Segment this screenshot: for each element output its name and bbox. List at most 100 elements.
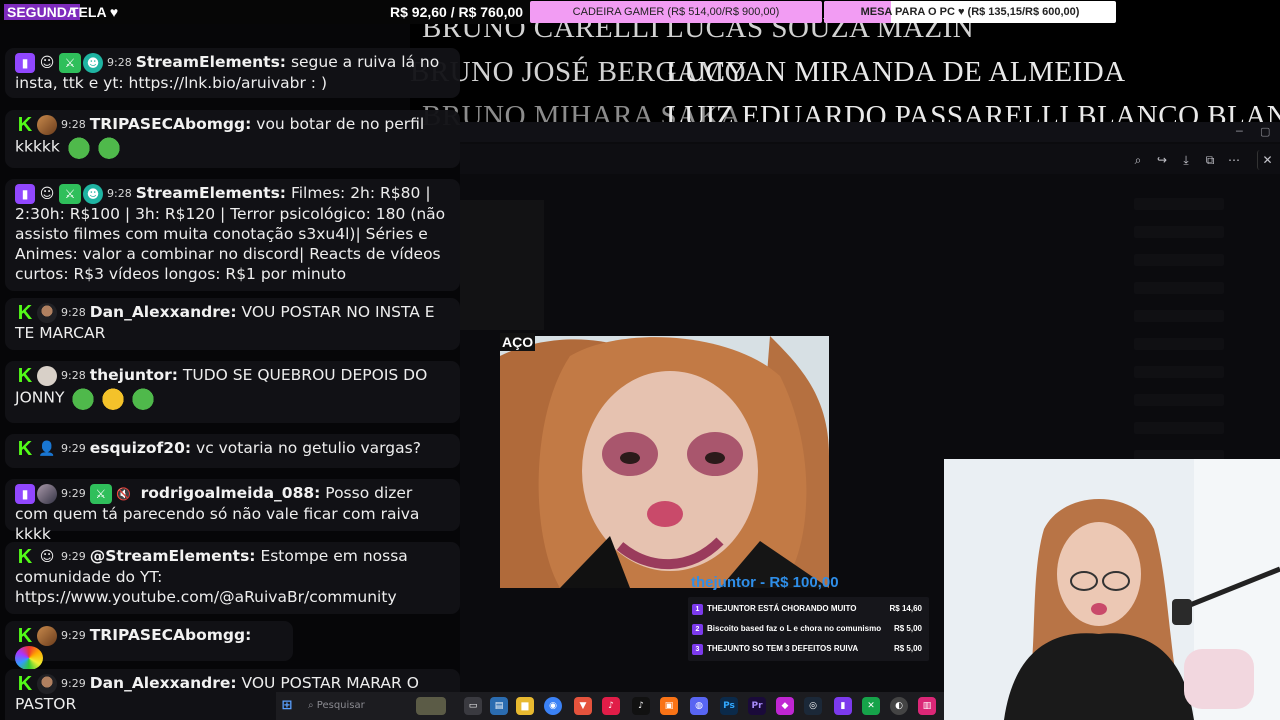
xbox-icon[interactable]: ✕ <box>862 697 880 715</box>
donation-rank: 3 <box>692 644 703 655</box>
chat-text: vc votaria no getulio vargas? <box>196 439 421 457</box>
weather-widget-icon[interactable] <box>416 697 446 715</box>
avatar <box>37 365 57 386</box>
donation-amount: R$ 5,00 <box>893 624 922 633</box>
kick-badge-icon: K <box>17 301 33 324</box>
kick-badge-icon: K <box>17 437 33 460</box>
frog-emote-icon <box>64 134 93 159</box>
chat-username: StreamElements: <box>135 53 286 71</box>
close-icon[interactable]: ✕ <box>1257 150 1277 170</box>
ghost-badge-icon: ☺ <box>39 54 55 71</box>
donation-title: thejuntor - R$ 100,00 <box>691 574 839 591</box>
donation-text: THEJUNTO SO TEM 3 DEFEITOS RUIVA <box>707 644 859 653</box>
chat-message: K 👤 9:29 esquizof20: vc votaria no getulio … <box>5 434 460 468</box>
kick-badge-icon: K <box>17 624 33 647</box>
chat-time: 9:28 <box>107 55 132 69</box>
chat-time: 9:28 <box>61 305 86 319</box>
chat-message: ▮ ☺ ⚔ ☻ 9:28 StreamElements: Filmes: 2h: R$80… <box>5 179 460 291</box>
goal-chair-text: CADEIRA GAMER (R$ 514,00/R$ 900,00) <box>572 6 780 18</box>
app-icon-2[interactable]: ◆ <box>776 697 794 715</box>
credit-name: LUCYAN MIRANDA DE ALMEIDA <box>666 56 1126 88</box>
streamlabs-icon[interactable]: ▥ <box>918 697 936 715</box>
chat-message: K 9:28 thejuntor: TUDO SE QUEBROU DEPOIS D… <box>5 361 460 423</box>
twitch-icon[interactable]: ▮ <box>834 697 852 715</box>
chat-time: 9:29 <box>61 486 86 500</box>
frog-emote-icon <box>129 385 158 410</box>
chat-message: K 9:28 Dan_Alexxandre: VOU POSTAR NO INSTA… <box>5 298 460 350</box>
ticker-label: SEGUNDA <box>4 4 81 20</box>
share-icon[interactable]: ↪ <box>1152 150 1172 170</box>
taskbar: ⊞ ⌕ Pesquisar ▭ ▤ ▆ ◉ ▼ ♪ ♪ ▣ ◍ Ps Pr ◆ … <box>276 692 944 720</box>
webcam-image <box>944 459 1280 720</box>
chat-message: K 9:28 TRIPASECAbomgg: vou botar de no per… <box>5 110 460 168</box>
chat-time: 9:29 <box>61 628 86 642</box>
chat-time: 9:28 <box>61 117 86 131</box>
donation-list: 1 THEJUNTOR ESTÁ CHORANDO MUITO R$ 14,60 2… <box>688 597 929 661</box>
bot-badge-icon: ☻ <box>83 52 103 73</box>
bot-badge-icon: ☻ <box>83 183 103 204</box>
obs-icon[interactable]: ◐ <box>890 697 908 715</box>
twitch-badge-icon: ▮ <box>15 183 35 204</box>
open-external-icon[interactable]: ⧉ <box>1200 150 1220 170</box>
more-icon[interactable]: ⋯ <box>1224 150 1244 170</box>
file-explorer-icon[interactable]: ▤ <box>490 697 508 715</box>
premiere-icon[interactable]: Pr <box>748 697 766 715</box>
chat-time: 9:28 <box>107 186 132 200</box>
donation-rank: 1 <box>692 604 703 615</box>
photoshop-icon[interactable]: Ps <box>720 697 738 715</box>
donation-amount: R$ 14,60 <box>889 604 922 613</box>
zoom-icon[interactable]: ⌕ <box>1128 150 1148 170</box>
task-view-icon[interactable]: ▭ <box>464 697 482 715</box>
chat-username: Dan_Alexxandre: <box>89 303 237 321</box>
avatar <box>37 673 57 694</box>
donation-amount: R$ 5,00 <box>893 644 922 653</box>
minimize-icon[interactable]: ─ <box>1236 125 1243 138</box>
kick-badge-icon: K <box>17 113 33 136</box>
folder-icon[interactable]: ▆ <box>516 697 534 715</box>
chrome-icon[interactable]: ◉ <box>544 697 562 715</box>
chat-username: TRIPASECAbomgg: <box>89 115 252 133</box>
sword-badge-icon: ⚔ <box>89 483 112 504</box>
avatar <box>37 302 57 323</box>
download-icon[interactable]: ⤓ <box>1176 150 1196 170</box>
tiktok-studio-icon[interactable]: ♪ <box>602 697 620 715</box>
search-placeholder: Pesquisar <box>316 700 365 711</box>
mute-icon: 🔇 <box>116 486 132 501</box>
chat-time: 9:28 <box>61 368 86 382</box>
chat-message: K ☺ 9:29 @StreamElements: Estompe em nossa … <box>5 542 460 614</box>
frog-emote-icon <box>69 385 98 410</box>
sword-badge-icon: ⚔ <box>59 52 81 73</box>
kick-badge-icon: K <box>17 364 33 387</box>
streamer-webcam <box>944 459 1280 720</box>
donation-row: 1 THEJUNTOR ESTÁ CHORANDO MUITO R$ 14,60 <box>692 599 926 619</box>
discord-icon[interactable]: ◍ <box>690 697 708 715</box>
donation-rank: 2 <box>692 624 703 635</box>
chat-username: @StreamElements: <box>89 547 256 565</box>
ghost-badge-icon: ☺ <box>39 185 55 202</box>
chat-username: TRIPASECAbomgg: <box>89 626 252 644</box>
app-icon[interactable]: ▣ <box>660 697 678 715</box>
goal-desk: MESA PARA O PC ♥ (R$ 135,15/R$ 600,00) <box>824 1 1116 23</box>
chat-username: Dan_Alexxandre: <box>89 674 237 692</box>
clip-image <box>500 336 829 588</box>
browser-tabstrip: ─ ▢ <box>460 122 1280 142</box>
chat-overlay: ▮ ☺ ⚔ ☻ 9:28 StreamElements: segue a ruiva lá… <box>0 24 462 720</box>
chat-time: 9:29 <box>61 676 86 690</box>
donation-row: 3 THEJUNTO SO TEM 3 DEFEITOS RUIVA R$ 5,00 <box>692 639 926 659</box>
goal-desk-text: MESA PARA O PC ♥ (R$ 135,15/R$ 600,00) <box>860 6 1080 18</box>
rainbow-frog-emote-icon <box>15 645 43 670</box>
brave-icon[interactable]: ▼ <box>574 697 592 715</box>
chat-message: ▮ ☺ ⚔ ☻ 9:28 StreamElements: segue a ruiva lá… <box>5 48 460 98</box>
clip-tag: AÇO <box>500 333 536 351</box>
chat-username: thejuntor: <box>89 366 178 384</box>
windows-start-icon[interactable]: ⊞ <box>278 697 296 715</box>
taskbar-search[interactable]: ⌕ Pesquisar <box>308 697 428 715</box>
chat-username: StreamElements: <box>135 184 286 202</box>
clip-video <box>500 336 829 588</box>
frog-emote-icon <box>94 134 123 159</box>
steam-icon[interactable]: ◎ <box>804 697 822 715</box>
tiktok-icon[interactable]: ♪ <box>632 697 650 715</box>
maximize-icon[interactable]: ▢ <box>1260 125 1270 138</box>
avatar <box>37 625 57 646</box>
goal-chair: CADEIRA GAMER (R$ 514,00/R$ 900,00) <box>530 1 822 23</box>
